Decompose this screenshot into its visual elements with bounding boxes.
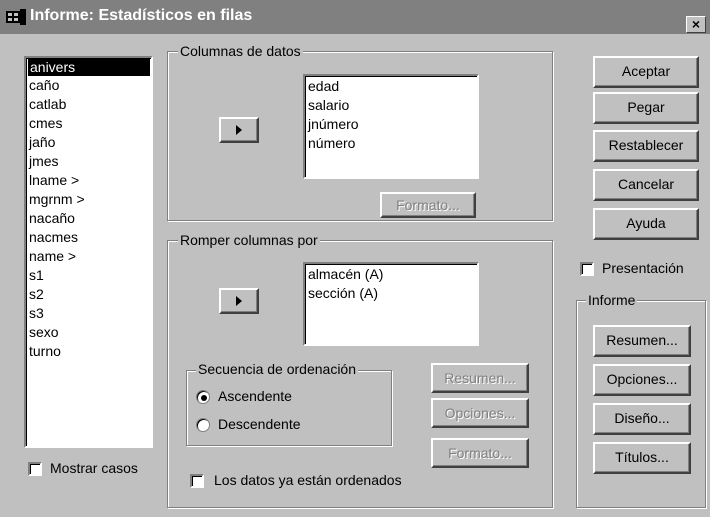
list-item[interactable]: caño bbox=[29, 77, 59, 94]
descending-label: Descendente bbox=[218, 416, 301, 432]
sort-sequence-group bbox=[186, 370, 392, 446]
data-sorted-checkbox[interactable] bbox=[190, 474, 204, 488]
ok-button[interactable]: Aceptar bbox=[593, 56, 699, 88]
break-columns-list[interactable]: almacén (A) sección (A) bbox=[303, 262, 479, 346]
show-cases-label: Mostrar casos bbox=[50, 460, 138, 476]
report-options-button[interactable]: Opciones... bbox=[593, 364, 691, 396]
list-item[interactable]: turno bbox=[29, 343, 61, 360]
descending-radio[interactable] bbox=[196, 418, 210, 432]
list-item[interactable]: sección (A) bbox=[308, 285, 378, 302]
help-button[interactable]: Ayuda bbox=[593, 208, 699, 240]
break-format-button[interactable]: Formato... bbox=[431, 438, 529, 468]
variable-list[interactable]: anivers caño catlab cmes jaño jmes lname… bbox=[24, 56, 153, 448]
radio-selected-dot bbox=[201, 395, 207, 401]
data-columns-format-button[interactable]: Formato... bbox=[380, 192, 476, 218]
list-item[interactable]: salario bbox=[308, 97, 349, 114]
list-item[interactable]: número bbox=[308, 135, 355, 152]
list-item[interactable]: mgrnm > bbox=[29, 191, 85, 208]
list-item[interactable]: cmes bbox=[29, 115, 62, 132]
window-title: Informe: Estadísticos en filas bbox=[30, 7, 253, 24]
report-summary-button[interactable]: Resumen... bbox=[593, 325, 691, 357]
table-icon bbox=[6, 8, 26, 26]
list-item[interactable]: edad bbox=[308, 78, 339, 95]
list-item[interactable]: s1 bbox=[29, 267, 44, 284]
list-item[interactable]: nacaño bbox=[29, 210, 75, 227]
report-label: Informe bbox=[586, 292, 638, 308]
list-item[interactable]: jaño bbox=[29, 134, 55, 151]
list-item[interactable]: name > bbox=[29, 248, 76, 265]
presentation-checkbox[interactable] bbox=[580, 262, 594, 276]
data-columns-label: Columnas de datos bbox=[178, 43, 303, 59]
paste-button[interactable]: Pegar bbox=[593, 92, 699, 124]
cancel-button[interactable]: Cancelar bbox=[593, 169, 699, 201]
presentation-label: Presentación bbox=[602, 260, 684, 276]
ascending-radio[interactable] bbox=[196, 390, 210, 404]
ascending-label: Ascendente bbox=[218, 388, 292, 404]
list-item[interactable]: lname > bbox=[29, 172, 79, 189]
list-item[interactable]: jnúmero bbox=[308, 116, 359, 133]
close-icon[interactable]: × bbox=[686, 16, 706, 33]
right-arrow-icon bbox=[236, 125, 242, 135]
reset-button[interactable]: Restablecer bbox=[593, 130, 699, 162]
data-sorted-label: Los datos ya están ordenados bbox=[214, 472, 402, 488]
move-to-break-columns-button[interactable] bbox=[219, 288, 259, 314]
title-bar: Informe: Estadísticos en filas × bbox=[0, 0, 710, 34]
move-to-data-columns-button[interactable] bbox=[219, 117, 259, 143]
break-summary-button[interactable]: Resumen... bbox=[431, 363, 529, 393]
report-layout-button[interactable]: Diseño... bbox=[593, 403, 691, 435]
break-columns-label: Romper columnas por bbox=[178, 232, 320, 248]
show-cases-checkbox[interactable] bbox=[28, 462, 42, 476]
list-item[interactable]: anivers bbox=[28, 59, 150, 76]
list-item[interactable]: nacmes bbox=[29, 229, 78, 246]
list-item[interactable]: catlab bbox=[29, 96, 66, 113]
list-item[interactable]: almacén (A) bbox=[308, 266, 383, 283]
data-columns-list[interactable]: edad salario jnúmero número bbox=[303, 74, 479, 179]
report-titles-button[interactable]: Títulos... bbox=[593, 442, 691, 474]
break-options-button[interactable]: Opciones... bbox=[431, 398, 529, 428]
list-item[interactable]: s3 bbox=[29, 305, 44, 322]
right-arrow-icon bbox=[236, 296, 242, 306]
sort-sequence-label: Secuencia de ordenación bbox=[196, 361, 359, 377]
list-item[interactable]: sexo bbox=[29, 324, 59, 341]
list-item[interactable]: jmes bbox=[29, 153, 59, 170]
list-item[interactable]: s2 bbox=[29, 286, 44, 303]
